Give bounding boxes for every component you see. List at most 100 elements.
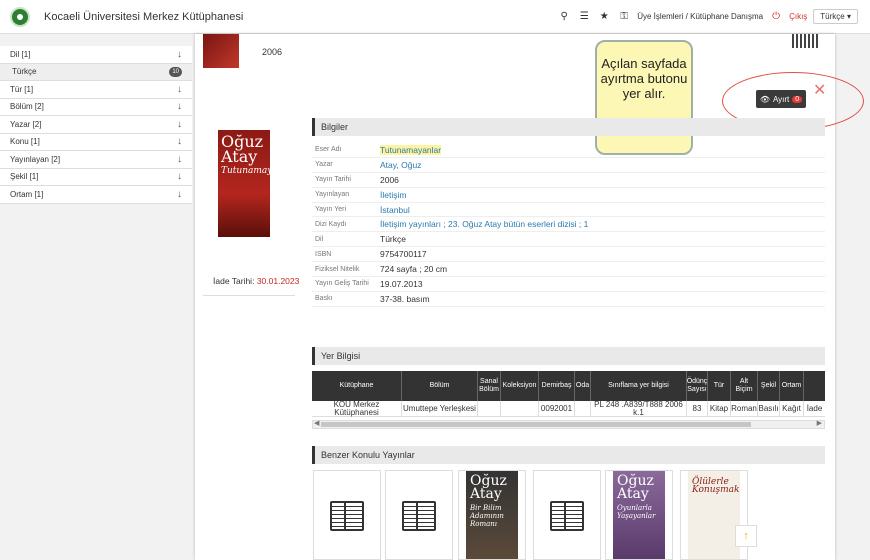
column-header: Ortam <box>780 371 804 401</box>
column-header: Bölüm <box>402 371 478 401</box>
search-icon[interactable]: ⚲ <box>557 10 571 24</box>
similar-cover-title: Oyunlarla Yaşayanlar <box>617 504 656 520</box>
facet-yayinlayan[interactable]: Yayınlayan [2] ↓ <box>0 151 192 169</box>
info-value: Türkçe <box>380 234 406 245</box>
table-cell: Roman <box>731 401 758 416</box>
reserve-button[interactable]: 👁 Ayırt 0 <box>756 90 806 108</box>
place-link[interactable]: İstanbul <box>380 205 410 215</box>
facet-bolum[interactable]: Bölüm [2] ↓ <box>0 98 192 116</box>
scroll-left-icon[interactable]: ◀ <box>314 419 319 427</box>
arrow-down-icon: ↓ <box>177 101 182 113</box>
author-link[interactable]: Atay, Oğuz <box>380 160 421 170</box>
info-row: Yazar Atay, Oğuz <box>312 158 825 173</box>
similar-cover: Oğuz Atay Oyunlarla Yaşayanlar <box>613 471 665 559</box>
info-row: Yayın Geliş Tarihi 19.07.2013 <box>312 277 825 292</box>
logout-link[interactable]: Çıkış <box>789 12 807 21</box>
similar-cover-title: Bir Bilim Adamının Romanı <box>470 504 504 528</box>
location-table: Kütüphane Bölüm Sanal Bölüm Koleksiyon D… <box>312 371 825 417</box>
similar-cover: Ölülerle Konuşmak <box>688 471 740 559</box>
similar-cover-author: Oğuz Atay <box>617 473 654 502</box>
divider <box>203 295 295 296</box>
cover-thumbnail <box>203 34 239 68</box>
info-table: Eser Adı Tutunamayanlar Yazar Atay, Oğuz Y… <box>312 143 825 307</box>
arrow-down-icon: ↓ <box>177 118 182 130</box>
column-header: Şekil <box>758 371 780 401</box>
member-link[interactable]: Üye İşlemleri / Kütüphane Danışma <box>637 12 763 21</box>
table-cell: Kitap <box>708 401 731 416</box>
facet-sekil[interactable]: Şekil [1] ↓ <box>0 168 192 186</box>
similar-item[interactable]: Oğuz Atay Oyunlarla Yaşayanlar <box>605 470 673 560</box>
info-row: Yayın Yeri İstanbul <box>312 203 825 218</box>
top-toolbar: ⚲ ☰ ★ ⚿ Üye İşlemleri / Kütüphane Danışm… <box>557 9 858 24</box>
facet-label: Şekil [1] <box>10 172 39 182</box>
publisher-link[interactable]: İletişim <box>380 190 406 200</box>
info-value: 724 sayfa ; 20 cm <box>380 264 448 275</box>
info-key: Dizi Kaydı <box>315 220 347 228</box>
facet-label: Yazar [2] <box>10 119 42 129</box>
info-row: Dizi Kaydı İletişim yayınları ; 23. Oğuz … <box>312 217 825 233</box>
similar-section-header: Benzer Konulu Yayınlar <box>312 446 825 464</box>
info-row: ISBN 9754700117 <box>312 247 825 263</box>
scrollbar-thumb[interactable] <box>321 422 751 427</box>
facet-ortam[interactable]: Ortam [1] ↓ <box>0 186 192 204</box>
facet-label: Türkçe <box>12 67 37 77</box>
info-value: 9754700117 <box>380 249 427 260</box>
facet-label: Yayınlayan [2] <box>10 154 61 164</box>
university-logo[interactable] <box>10 7 30 27</box>
table-row: KOÜ Merkez Kütüphanesi Umuttepe Yerleşke… <box>312 400 825 417</box>
info-row: Yayın Tarihi 2006 <box>312 173 825 188</box>
facet-konu[interactable]: Konu [1] ↓ <box>0 133 192 151</box>
info-value: 37-38. basım <box>380 293 430 304</box>
column-header: Koleksiyon <box>501 371 539 401</box>
facet-tur[interactable]: Tür [1] ↓ <box>0 81 192 99</box>
key-icon: ⚿ <box>620 11 629 22</box>
column-header <box>804 371 825 401</box>
language-select[interactable]: Türkçe ▾ <box>813 9 858 24</box>
list-icon[interactable]: ☰ <box>577 10 591 24</box>
table-cell: Kağıt <box>780 401 804 416</box>
book-icon <box>330 501 364 531</box>
facet-sidebar: Dil [1] ↓ Türkçe 10 Tür [1] ↓ Bölüm [2] ↓ Ya… <box>0 46 192 204</box>
info-key: Yazar <box>315 161 333 169</box>
similar-item[interactable] <box>385 470 453 560</box>
similar-cover-author: Oğuz Atay <box>470 473 507 502</box>
close-icon[interactable]: ✕ <box>813 80 826 100</box>
arrow-down-icon: ↓ <box>177 171 182 183</box>
similar-cover: Oğuz Atay Bir Bilim Adamının Romanı <box>466 471 518 559</box>
due-label: İade Tarihi: <box>213 276 255 286</box>
cover-title: Tutunamayanlar <box>221 166 297 176</box>
horizontal-scrollbar[interactable]: ◀ ▶ <box>312 420 825 429</box>
facet-value-turkce[interactable]: Türkçe 10 <box>0 63 192 81</box>
similar-cover-author: Ölülerle Konuşmak <box>692 477 740 495</box>
column-header: Kütüphane <box>312 371 402 401</box>
power-icon: ⏻ <box>772 11 781 22</box>
similar-item[interactable] <box>313 470 381 560</box>
info-row: Baskı 37-38. basım <box>312 292 825 307</box>
table-cell <box>478 401 501 416</box>
column-header: Sınıflama yer bilgisi <box>591 371 687 401</box>
info-key: Yayın Tarihi <box>315 176 351 184</box>
arrow-up-icon: ↑ <box>743 530 749 542</box>
scroll-right-icon[interactable]: ▶ <box>817 419 822 427</box>
table-cell: PL 248 .A839/T888 2006 k.1 <box>591 400 687 416</box>
column-header: Demirbaş <box>539 371 575 401</box>
star-icon[interactable]: ★ <box>597 10 611 24</box>
due-date: İade Tarihi: 30.01.2023 <box>213 276 299 286</box>
similar-item[interactable]: Oğuz Atay Bir Bilim Adamının Romanı <box>458 470 526 560</box>
arrow-down-icon: ↓ <box>177 188 182 200</box>
facet-label: Dil [1] <box>10 49 31 59</box>
facet-dil[interactable]: Dil [1] ↓ <box>0 46 192 64</box>
series-link[interactable]: İletişim yayınları ; 23. Oğuz Atay bütün… <box>380 219 588 229</box>
app-title[interactable]: Kocaeli Üniversitesi Merkez Kütüphanesi <box>44 11 243 23</box>
language-value: Türkçe <box>820 12 845 21</box>
facet-yazar[interactable]: Yazar [2] ↓ <box>0 116 192 134</box>
arrow-down-icon: ↓ <box>177 136 182 148</box>
table-cell: KOÜ Merkez Kütüphanesi <box>312 400 402 416</box>
location-table-header: Kütüphane Bölüm Sanal Bölüm Koleksiyon D… <box>312 371 825 401</box>
info-value: Tutunamayanlar <box>380 144 442 155</box>
column-header: Tür <box>708 371 731 401</box>
similar-item[interactable] <box>533 470 601 560</box>
scroll-top-button[interactable]: ↑ <box>735 525 757 547</box>
table-cell: İade <box>806 403 823 413</box>
arrow-down-icon: ↓ <box>177 153 182 165</box>
